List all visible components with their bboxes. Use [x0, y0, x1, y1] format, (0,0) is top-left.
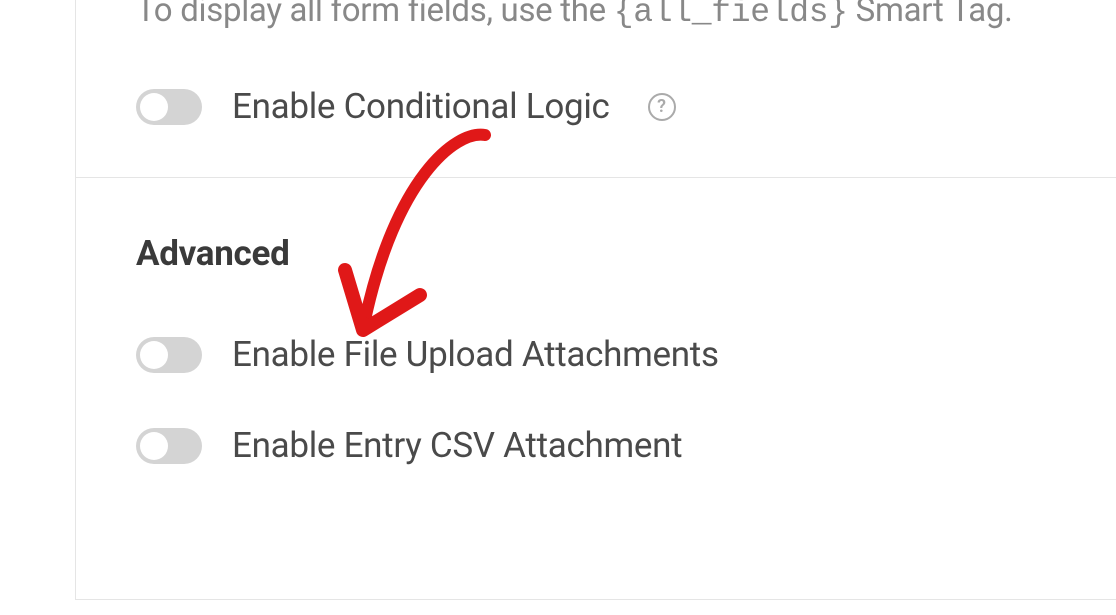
toggle-csv-attachment[interactable] [136, 428, 202, 464]
hint-suffix: Smart Tag. [848, 0, 1013, 30]
hint-prefix: To display all form fields, use the [136, 0, 614, 30]
toggle-file-upload[interactable] [136, 337, 202, 373]
option-file-upload: Enable File Upload Attachments [136, 334, 1056, 375]
section-title-advanced: Advanced [136, 233, 1056, 274]
toggle-conditional-logic[interactable] [136, 89, 202, 125]
settings-panel: To display all form fields, use the {all… [75, 0, 1116, 600]
help-icon[interactable]: ? [648, 93, 676, 121]
option-conditional-logic: Enable Conditional Logic ? [136, 86, 1056, 127]
toggle-knob [140, 341, 168, 369]
toggle-knob [140, 432, 168, 460]
label-csv-attachment: Enable Entry CSV Attachment [232, 425, 682, 466]
toggle-knob [140, 93, 168, 121]
label-file-upload: Enable File Upload Attachments [232, 334, 719, 375]
hint-code: {all_fields} [614, 0, 848, 31]
smart-tag-hint: To display all form fields, use the {all… [136, 0, 1056, 31]
label-conditional-logic: Enable Conditional Logic [232, 86, 610, 127]
section-divider [76, 177, 1116, 178]
option-csv-attachment: Enable Entry CSV Attachment [136, 425, 1056, 466]
